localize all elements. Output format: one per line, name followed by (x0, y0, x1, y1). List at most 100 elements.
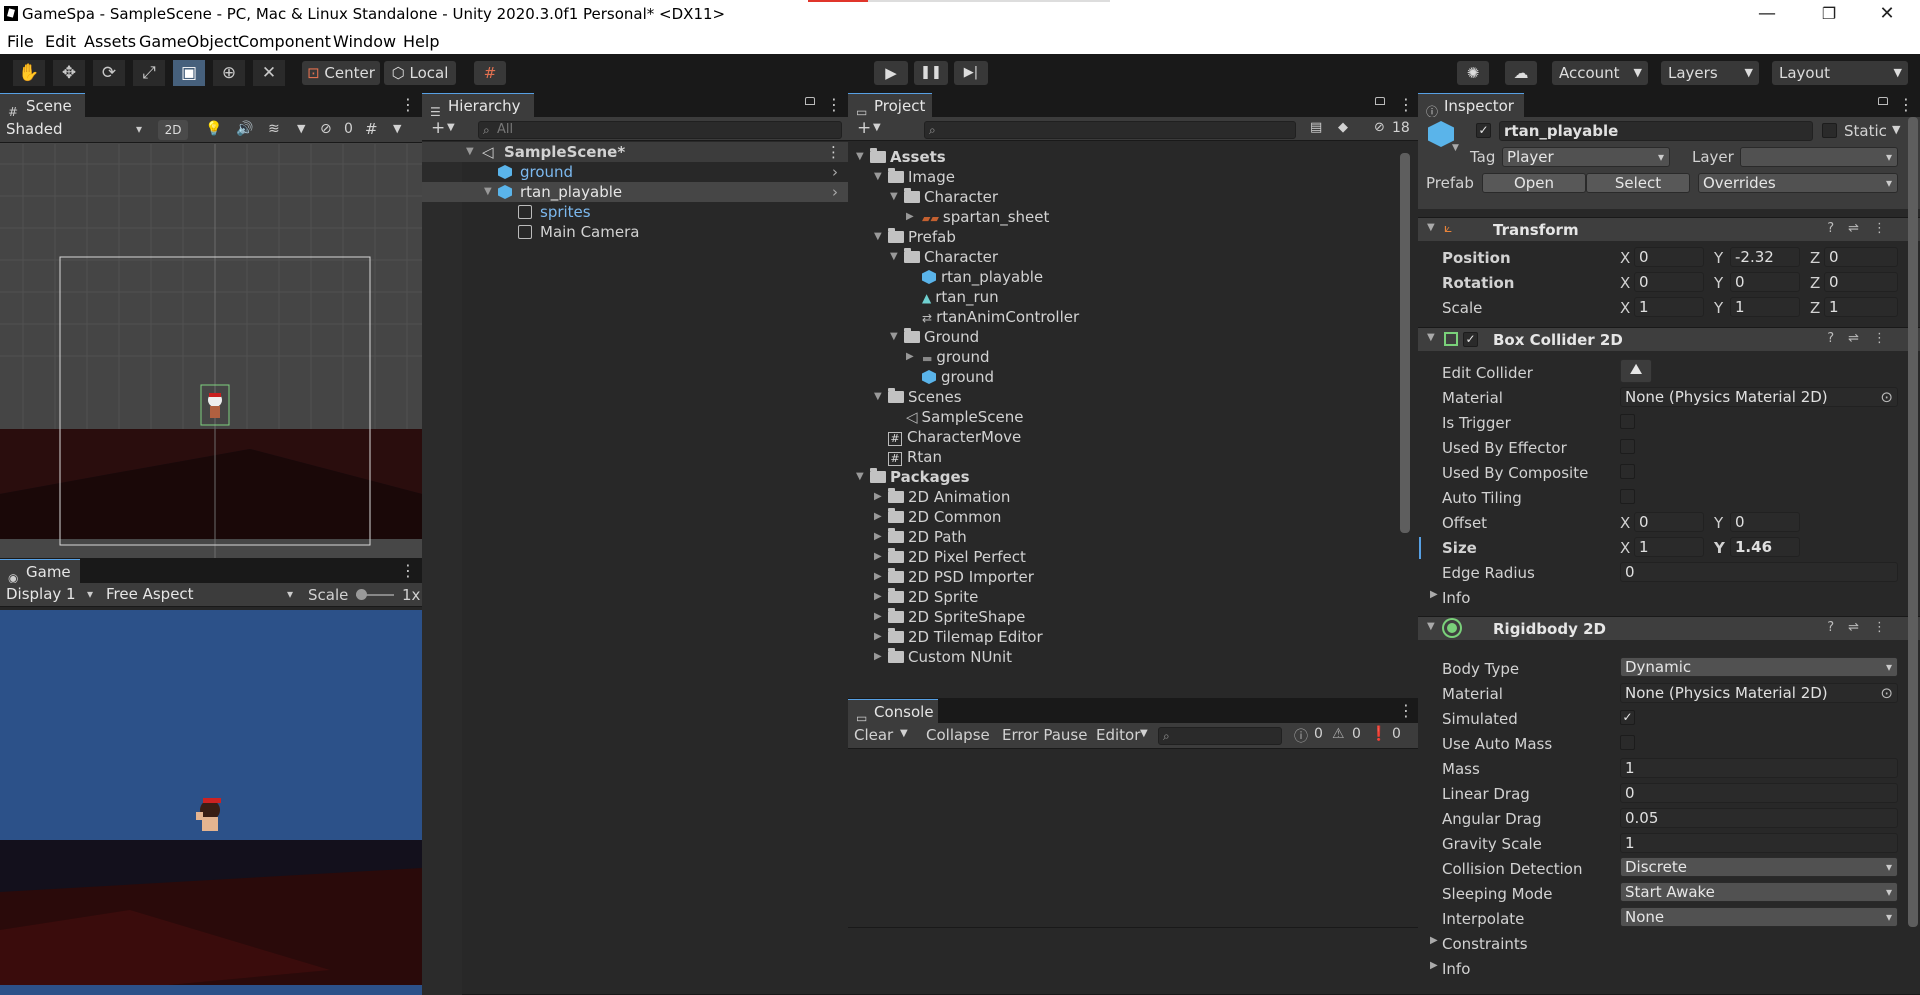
mass-field[interactable]: 1 (1620, 758, 1898, 778)
scale-y-field[interactable]: 1 (1730, 297, 1800, 317)
edit-collider-icon[interactable]: ⛰ (1620, 359, 1652, 383)
menu-edit[interactable]: Edit (45, 32, 76, 51)
chevron-down-icon[interactable]: ▼ (393, 122, 401, 135)
hierarchy-item-rtan-playable[interactable]: ▼ rtan_playable › (422, 182, 848, 202)
angular-drag-field[interactable]: 0.05 (1620, 808, 1898, 828)
error-pause-button[interactable]: Error Pause (1002, 726, 1087, 744)
chevron-down-icon[interactable]: ▼ (1452, 143, 1459, 153)
console-search-input[interactable] (1158, 727, 1282, 745)
hierarchy-item-main-camera[interactable]: Main Camera (422, 222, 848, 242)
used-by-composite-checkbox[interactable] (1620, 464, 1635, 479)
chevron-down-icon[interactable]: ▼ (447, 122, 455, 133)
lock-icon[interactable] (1878, 97, 1888, 105)
rotate-tool-icon[interactable]: ⟳ (93, 60, 125, 86)
scale-slider-handle[interactable] (356, 589, 367, 600)
rect-tool-icon[interactable]: ▣ (173, 60, 205, 86)
transform-header[interactable]: ▼ ⟀ Transform ?⇌⋮ (1418, 217, 1920, 241)
editor-dropdown[interactable]: Editor (1096, 726, 1140, 744)
scale-x-field[interactable]: 1 (1634, 297, 1704, 317)
collapse-button[interactable]: Collapse (926, 726, 990, 744)
layout-dropdown[interactable]: Layout ▼ (1772, 61, 1908, 85)
grid-snap-icon[interactable]: # (474, 61, 506, 85)
pivot-center-toggle[interactable]: ⊡ Center (302, 61, 380, 85)
body-type-dropdown[interactable]: Dynamic (1620, 657, 1898, 677)
tab-hierarchy[interactable]: ☰ Hierarchy (422, 93, 534, 119)
hierarchy-scene-row[interactable]: ▼ ◁ SampleScene* ⋮ (422, 142, 848, 162)
chevron-right-icon[interactable]: › (832, 162, 838, 182)
position-z-field[interactable]: 0 (1824, 247, 1898, 267)
error-icon[interactable]: ❗ (1370, 726, 1387, 742)
layer-dropdown[interactable] (1740, 147, 1898, 167)
position-y-field[interactable]: -2.32 (1730, 247, 1800, 267)
constraints-foldout[interactable]: Constraints (1442, 935, 1528, 953)
object-picker-icon[interactable]: ⊙ (1880, 388, 1893, 406)
interpolate-dropdown[interactable]: None (1620, 907, 1898, 927)
minimize-button[interactable]: — (1744, 3, 1790, 24)
custom-tool-icon[interactable]: ✕ (253, 60, 285, 86)
menu-file[interactable]: File (7, 32, 34, 51)
filter-type-icon[interactable]: ▤ (1310, 120, 1322, 135)
active-checkbox[interactable]: ✓ (1476, 123, 1491, 138)
prefab-select-button[interactable]: Select (1586, 173, 1690, 193)
enabled-checkbox[interactable]: ✓ (1463, 332, 1478, 347)
pause-button[interactable]: ❚❚ (914, 61, 948, 85)
simulated-checkbox[interactable]: ✓ (1620, 710, 1635, 725)
hierarchy-search-input[interactable]: All (478, 121, 842, 139)
rotation-x-field[interactable]: 0 (1634, 272, 1704, 292)
box-info-foldout[interactable]: Info (1442, 589, 1470, 607)
menu-gameobject[interactable]: GameObject (139, 32, 239, 51)
rb-material-field[interactable]: None (Physics Material 2D) ⊙ (1620, 683, 1898, 703)
project-scrollbar[interactable] (1400, 153, 1410, 533)
collab-icon[interactable]: ✺ (1457, 61, 1489, 85)
linear-drag-field[interactable]: 0 (1620, 783, 1898, 803)
tab-inspector[interactable]: ⓘ Inspector (1418, 93, 1524, 119)
play-button[interactable]: ▶ (874, 61, 908, 85)
rotation-z-field[interactable]: 0 (1824, 272, 1898, 292)
rigidbody-header[interactable]: ▼ Rigidbody 2D ?⇌⋮ (1418, 616, 1920, 640)
box-collider-header[interactable]: ▼ ✓ Box Collider 2D ?⇌⋮ (1418, 327, 1920, 351)
close-button[interactable]: ✕ (1864, 3, 1910, 24)
tab-scene[interactable]: # Scene (0, 93, 85, 119)
offset-x-field[interactable]: 0 (1634, 512, 1704, 532)
kebab-menu-icon[interactable]: ⋮ (1398, 95, 1414, 114)
chevron-right-icon[interactable]: ▶ (1430, 935, 1438, 946)
display-dropdown[interactable]: Display 1 (2, 585, 98, 605)
position-x-field[interactable]: 0 (1634, 247, 1704, 267)
kebab-menu-icon[interactable]: ⋮ (1398, 701, 1414, 720)
move-tool-icon[interactable]: ✥ (53, 60, 85, 86)
static-checkbox[interactable] (1822, 123, 1837, 138)
chevron-right-icon[interactable]: › (832, 182, 838, 202)
lock-icon[interactable] (805, 97, 815, 105)
rb-info-foldout[interactable]: Info (1442, 960, 1470, 978)
menu-help[interactable]: Help (403, 32, 439, 51)
account-dropdown[interactable]: Account ▼ (1552, 61, 1648, 85)
game-viewport[interactable] (0, 610, 422, 995)
gravity-scale-field[interactable]: 1 (1620, 833, 1898, 853)
component-actions[interactable]: ?⇌⋮ (1827, 331, 1900, 346)
chevron-down-icon[interactable]: ▼ (297, 122, 305, 135)
transform-tool-icon[interactable]: ⊕ (213, 60, 245, 86)
filter-label-icon[interactable]: ◆ (1338, 120, 1348, 135)
hidden-packages-icon[interactable]: ⊘ (1374, 120, 1385, 135)
scale-z-field[interactable]: 1 (1824, 297, 1898, 317)
material-field[interactable]: None (Physics Material 2D) ⊙ (1620, 387, 1898, 407)
collision-detection-dropdown[interactable]: Discrete (1620, 857, 1898, 877)
sleeping-mode-dropdown[interactable]: Start Awake (1620, 882, 1898, 902)
tab-game[interactable]: ◉ Game (0, 559, 80, 585)
component-actions[interactable]: ?⇌⋮ (1827, 221, 1900, 236)
menu-assets[interactable]: Assets (84, 32, 136, 51)
hand-tool-icon[interactable]: ✋ (13, 60, 45, 86)
2d-toggle[interactable]: 2D (158, 120, 188, 140)
shading-dropdown[interactable]: Shaded (2, 120, 147, 140)
size-x-field[interactable]: 1 (1634, 537, 1704, 557)
rotation-y-field[interactable]: 0 (1730, 272, 1800, 292)
offset-y-field[interactable]: 0 (1730, 512, 1800, 532)
is-trigger-checkbox[interactable] (1620, 414, 1635, 429)
aspect-dropdown[interactable]: Free Aspect (102, 585, 298, 605)
size-y-field[interactable]: 1.46 (1730, 537, 1800, 557)
use-auto-mass-checkbox[interactable] (1620, 735, 1635, 750)
component-actions[interactable]: ?⇌⋮ (1827, 620, 1900, 635)
step-button[interactable]: ▶| (954, 61, 988, 85)
chevron-down-icon[interactable]: ▼ (1892, 123, 1900, 136)
kebab-menu-icon[interactable]: ⋮ (1898, 95, 1914, 114)
